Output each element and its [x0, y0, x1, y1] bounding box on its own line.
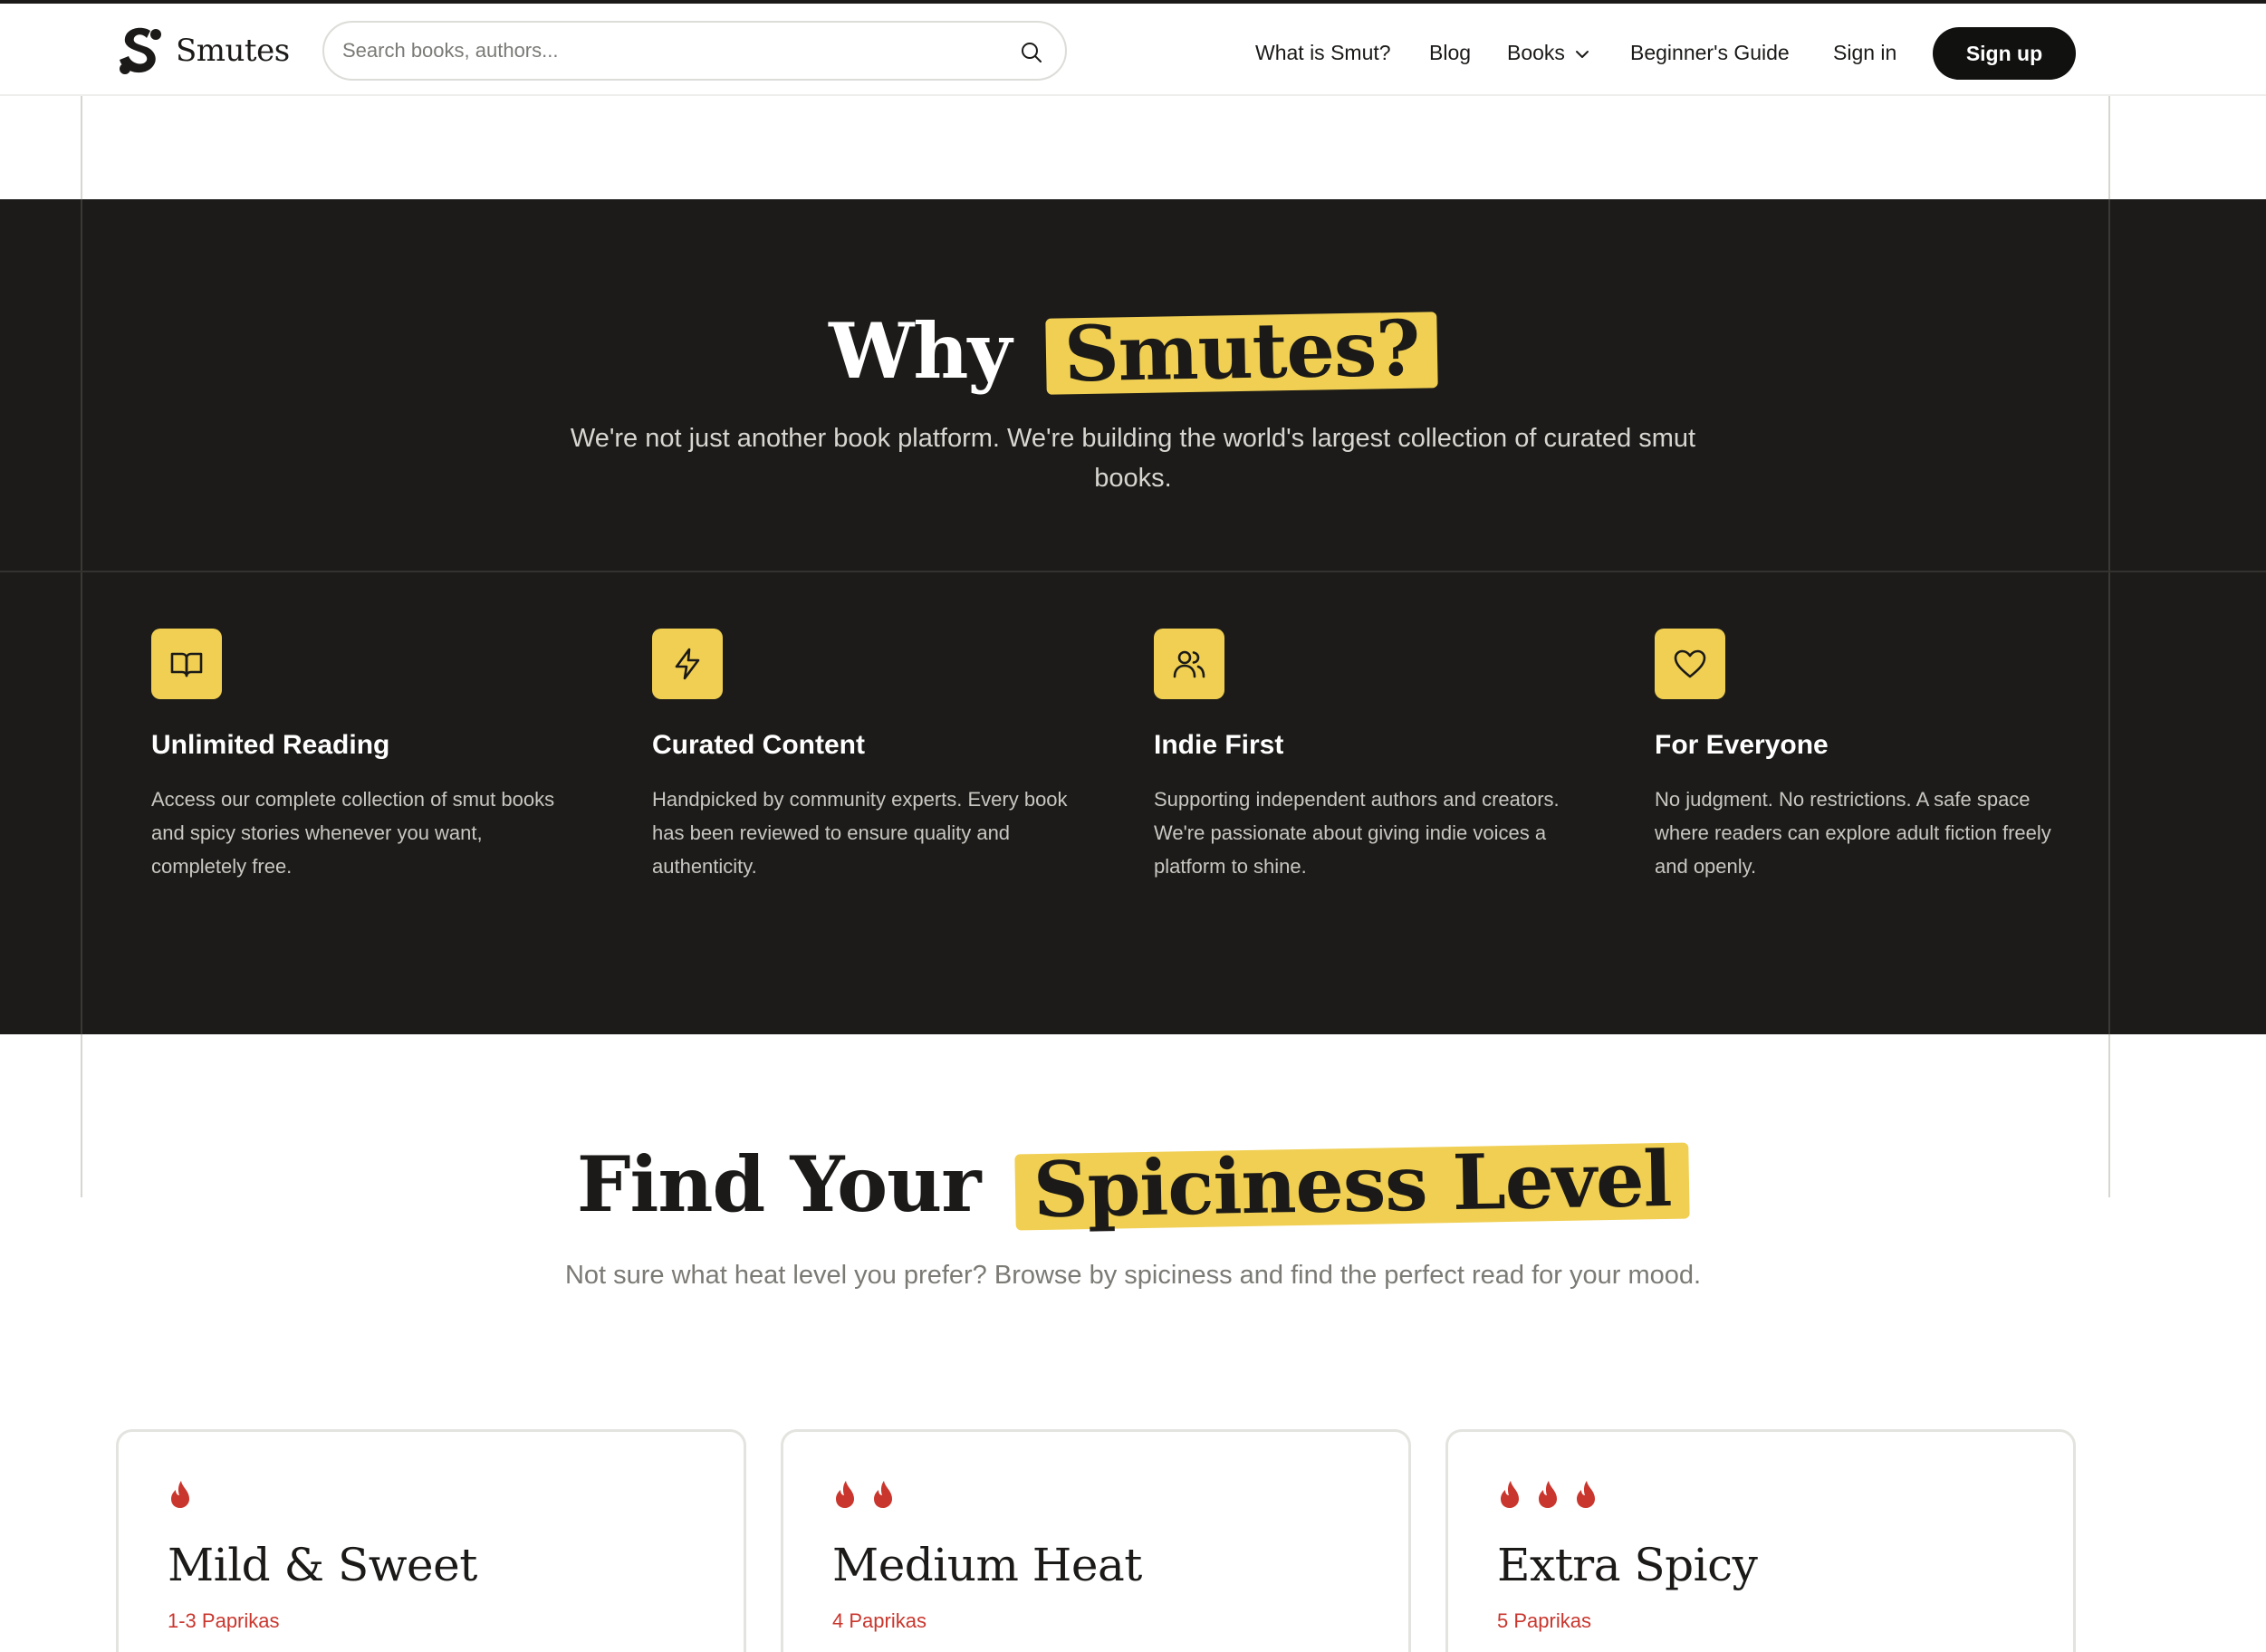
spice-card-medium[interactable]: Medium Heat 4 Paprikas [781, 1429, 1411, 1652]
flame-rating [1497, 1479, 1599, 1510]
why-title-text: Why [829, 306, 1012, 396]
nav-sign-in[interactable]: Sign in [1833, 41, 1896, 64]
feature-description: Access our complete collection of smut b… [151, 788, 555, 878]
nav-blog[interactable]: Blog [1429, 41, 1471, 64]
nav-books[interactable]: Books [1507, 41, 1590, 64]
section-divider [0, 571, 2266, 572]
why-subtitle: We're not just another book platform. We… [570, 424, 1696, 493]
spiciness-title-highlight: Spiciness Level [1014, 1134, 1690, 1234]
feature-title: Indie First [1154, 730, 1284, 760]
smutes-logo-icon [120, 27, 161, 74]
spice-card-level: 5 Paprikas [1497, 1609, 1591, 1632]
why-title: Why Smutes? [0, 303, 2266, 399]
site-header: Smutes What is Smut? Blog Books Beginner… [0, 4, 2266, 96]
flame-icon [1577, 1481, 1595, 1508]
spice-card-title: Medium Heat [832, 1539, 1142, 1591]
lightning-icon [675, 648, 700, 680]
search-input[interactable] [324, 23, 1065, 79]
flame-icon [836, 1481, 854, 1508]
feature-title: Unlimited Reading [151, 730, 390, 760]
nav-books-label: Books [1507, 41, 1565, 64]
chevron-down-icon [1575, 50, 1589, 58]
spice-card-level: 4 Paprikas [832, 1609, 927, 1632]
feature-icon-box [1655, 629, 1725, 699]
spiciness-subtitle: Not sure what heat level you prefer? Bro… [564, 1261, 1702, 1290]
flame-icon [171, 1481, 189, 1508]
flame-icon [874, 1481, 892, 1508]
nav-what-is-smut[interactable]: What is Smut? [1255, 41, 1391, 64]
sign-up-button[interactable]: Sign up [1933, 27, 2076, 80]
guide-line [81, 96, 82, 199]
feature-for-everyone: For Everyone No judgment. No restriction… [1655, 629, 2071, 883]
spice-card-title: Extra Spicy [1497, 1539, 1758, 1591]
book-open-icon [170, 652, 203, 677]
feature-title: Curated Content [652, 730, 865, 760]
why-title-highlight: Smutes? [1044, 303, 1438, 399]
spiciness-title: Find Your Spiciness Level [0, 1134, 2266, 1234]
feature-description: Handpicked by community experts. Every b… [652, 788, 1068, 878]
feature-icon-box [652, 629, 723, 699]
flame-rating [168, 1479, 193, 1510]
flame-icon [1501, 1481, 1519, 1508]
spice-card-extra[interactable]: Extra Spicy 5 Paprikas [1445, 1429, 2076, 1652]
feature-description: Supporting independent authors and creat… [1154, 788, 1560, 878]
feature-title: For Everyone [1655, 730, 1829, 760]
nav-beginners-guide[interactable]: Beginner's Guide [1630, 41, 1790, 64]
heart-icon [1674, 649, 1706, 678]
feature-icon-box [1154, 629, 1224, 699]
guide-line [2108, 96, 2110, 199]
users-icon [1173, 650, 1205, 678]
feature-unlimited-reading: Unlimited Reading Access our complete co… [151, 629, 568, 883]
why-section: Why Smutes? We're not just another book … [0, 199, 2266, 1034]
spice-card-mild[interactable]: Mild & Sweet 1-3 Paprikas [116, 1429, 746, 1652]
logo[interactable]: Smutes [116, 25, 290, 76]
feature-description: No judgment. No restrictions. A safe spa… [1655, 788, 2051, 878]
feature-curated-content: Curated Content Handpicked by community … [652, 629, 1069, 883]
feature-indie-first: Indie First Supporting independent autho… [1154, 629, 1570, 883]
feature-icon-box [151, 629, 222, 699]
spice-card-level: 1-3 Paprikas [168, 1609, 280, 1632]
search-icon[interactable] [1020, 41, 1043, 64]
spice-card-title: Mild & Sweet [168, 1539, 477, 1591]
search-box [322, 21, 1067, 81]
flame-icon [1539, 1481, 1557, 1508]
spiciness-title-text: Find Your [576, 1139, 982, 1229]
flame-rating [832, 1479, 896, 1510]
brand-name: Smutes [176, 33, 290, 69]
